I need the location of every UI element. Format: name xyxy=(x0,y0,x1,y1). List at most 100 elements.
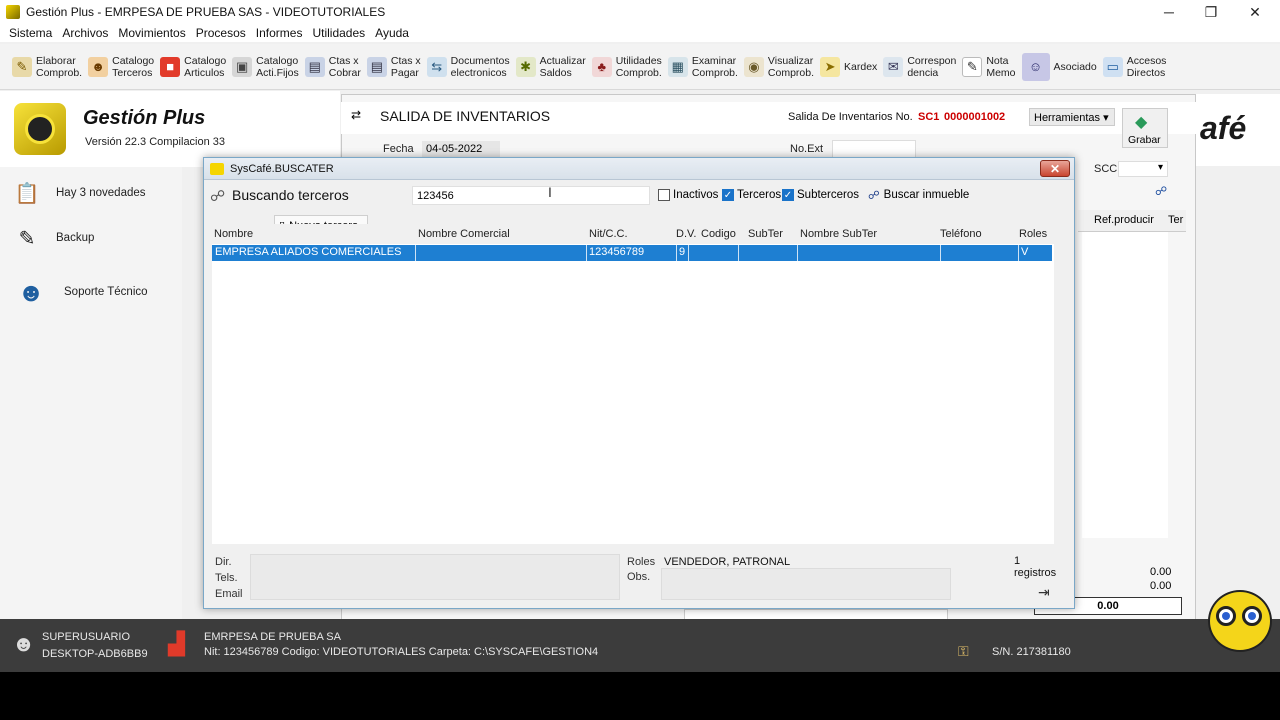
cell-nit: 123456789 xyxy=(589,246,645,258)
key-icon: ⚿ xyxy=(958,643,969,659)
box-icon: ■ xyxy=(160,56,181,77)
binoculars-icon[interactable]: ☍ xyxy=(1155,184,1167,198)
noext-label: No.Ext xyxy=(790,143,824,155)
table-row[interactable]: EMPRESA ALIADOS COMERCIALES 123456789 9 … xyxy=(212,245,1052,261)
toolbar-cobrar-button[interactable]: ▤ Ctas x Cobrar xyxy=(304,48,361,86)
text-cursor-icon: I xyxy=(548,184,552,200)
toolbar-actifijos-button[interactable]: ▣ Catalogo Acti.Fijos xyxy=(232,48,299,86)
toolbar-articulos-button[interactable]: ■ Catalogo Articulos xyxy=(160,48,226,86)
window-title: Gestión Plus - EMRPESA DE PRUEBA SAS - V… xyxy=(26,5,386,19)
save-button[interactable]: ◆ Grabar xyxy=(1122,108,1168,148)
subterceros-checkbox[interactable]: ✓ Subterceros xyxy=(782,189,859,201)
menu-procesos[interactable]: Procesos xyxy=(196,26,246,40)
assets-icon: ▣ xyxy=(232,56,253,77)
cell-dv: 9 xyxy=(679,246,686,258)
noext-field[interactable] xyxy=(832,140,916,158)
menu-informes[interactable]: Informes xyxy=(256,26,303,40)
app-icon xyxy=(6,5,20,19)
status-machine: DESKTOP-ADB6BB9 xyxy=(42,648,148,660)
restore-icon[interactable]: ❐ xyxy=(1188,0,1234,24)
col-nit[interactable]: Nit/C.C. xyxy=(589,228,628,240)
sidebar-item-soporte[interactable]: ☻ Soporte Técnico xyxy=(14,271,148,313)
search-dialog: SysCafé.BUSCATER ✕ ☍ Buscando terceros 1… xyxy=(203,157,1075,609)
check-icon: ✓ xyxy=(722,189,734,201)
sidebar-item-label: Soporte Técnico xyxy=(64,286,148,298)
sidebar-item-novedades[interactable]: 📋 Hay 3 novedades xyxy=(14,179,146,207)
brand-strip: afé xyxy=(1196,94,1280,166)
toolbar-terceros-button[interactable]: ☻ Catalogo Terceros xyxy=(88,48,154,86)
toolbar-asociado-button[interactable]: ☺ Asociado xyxy=(1021,48,1097,86)
mail-icon: ✉ xyxy=(883,56,904,77)
edit-doc-icon: ✎ xyxy=(12,56,32,77)
associate-icon: ☺ xyxy=(1021,52,1050,81)
exit-icon[interactable]: ⇥ xyxy=(1038,584,1050,601)
col-nombre-subter[interactable]: Nombre SubTer xyxy=(800,228,877,240)
menu-utilidades[interactable]: Utilidades xyxy=(312,26,365,40)
document-number-label: Salida De Inventarios No. xyxy=(788,111,913,123)
detail-footer: Dir. Tels. Email Roles VENDEDOR, PATRONA… xyxy=(212,550,1056,604)
doc-grid-body xyxy=(1082,232,1168,538)
toolbar-examinar-button[interactable]: ▦ Examinar Comprob. xyxy=(667,48,738,86)
terceros-checkbox[interactable]: ✓ Terceros xyxy=(722,189,781,201)
total-2: 0.00 xyxy=(1150,580,1172,592)
col-codigo[interactable]: Codigo xyxy=(701,228,736,240)
menu-sistema[interactable]: Sistema xyxy=(9,26,52,40)
gestion-logo-icon xyxy=(14,103,66,155)
toolbar-kardex-button[interactable]: ➤ Kardex xyxy=(820,48,877,86)
results-grid: EMPRESA ALIADOS COMERCIALES 123456789 9 … xyxy=(212,244,1054,544)
check-icon: ✓ xyxy=(782,189,794,201)
sidebar-item-label: Backup xyxy=(56,232,95,244)
toolbar-elaborar-button[interactable]: ✎ Elaborar Comprob. xyxy=(12,48,82,86)
user-icon: ☻ xyxy=(12,631,36,656)
document-header: ⇄ SALIDA DE INVENTARIOS Salida De Invent… xyxy=(341,102,1196,134)
factory-icon: ▟ xyxy=(168,631,185,656)
status-user: SUPERUSUARIO xyxy=(42,631,131,643)
toolbar-pagar-button[interactable]: ▤ Ctas x Pagar xyxy=(366,48,421,86)
col-telefono[interactable]: Teléfono xyxy=(940,228,982,240)
contact-box xyxy=(250,554,620,600)
col-nombre-comercial[interactable]: Nombre Comercial xyxy=(418,228,510,240)
shortcuts-icon: ▭ xyxy=(1102,56,1123,77)
tels-label: Tels. xyxy=(215,572,238,584)
binoculars-icon: ☍ xyxy=(210,188,226,205)
toolbar-visualizar-button[interactable]: ◉ Visualizar Comprob. xyxy=(743,48,814,86)
col-dv[interactable]: D.V. xyxy=(676,228,696,240)
dialog-close-icon[interactable]: ✕ xyxy=(1040,160,1070,177)
edoc-icon: ⇆ xyxy=(426,56,447,77)
fecha-field[interactable]: 04-05-2022 xyxy=(422,141,500,157)
dialog-title-bar: SysCafé.BUSCATER xyxy=(204,158,1074,180)
search-input[interactable]: 123456 xyxy=(412,186,650,205)
fecha-label: Fecha xyxy=(383,143,414,155)
kardex-icon: ➤ xyxy=(820,56,841,77)
status-company: EMRPESA DE PRUEBA SA xyxy=(204,631,341,643)
note-icon: ✎ xyxy=(962,56,983,77)
minimize-icon[interactable]: ─ xyxy=(1146,0,1192,24)
menu-bar: Sistema Archivos Movimientos Procesos In… xyxy=(0,24,1280,42)
menu-archivos[interactable]: Archivos xyxy=(62,26,108,40)
toolbar-nota-button[interactable]: ✎ Nota Memo xyxy=(962,48,1016,86)
toolbar-documentos-button[interactable]: ⇆ Documentos electronicos xyxy=(426,48,510,86)
inactivos-checkbox[interactable]: Inactivos xyxy=(658,189,718,201)
toolbar-utilidades-button[interactable]: ♣ Utilidades Comprob. xyxy=(591,48,662,86)
buscar-inmueble-button[interactable]: ☍ Buscar inmueble xyxy=(864,185,972,205)
obs-label: Obs. xyxy=(627,571,651,583)
toolbar-correspondencia-button[interactable]: ✉ Correspon dencia xyxy=(883,48,956,86)
search-label: Buscando terceros xyxy=(232,187,349,203)
col-nombre[interactable]: Nombre xyxy=(214,228,253,240)
menu-movimientos[interactable]: Movimientos xyxy=(118,26,185,40)
document-icon: ⇄ xyxy=(351,108,362,122)
sidebar: 📋 Hay 3 novedades ✎ Backup ☻ Soporte Téc… xyxy=(0,167,182,619)
save-icon: ◆ xyxy=(1135,114,1148,131)
col-subter[interactable]: SubTer xyxy=(748,228,783,240)
sidebar-item-backup[interactable]: ✎ Backup xyxy=(14,224,95,252)
menu-ayuda[interactable]: Ayuda xyxy=(375,26,409,40)
app-header-panel: Gestión Plus Versión 22.3 Compilacion 33 xyxy=(0,91,340,167)
toolbar-actualizar-button[interactable]: ✱ Actualizar Saldos xyxy=(515,48,586,86)
roles-label: Roles xyxy=(627,556,656,568)
close-icon[interactable]: ✕ xyxy=(1232,0,1278,24)
scc-dropdown[interactable]: ▾ xyxy=(1118,161,1168,177)
toolbar-accesos-button[interactable]: ▭ Accesos Directos xyxy=(1102,48,1166,86)
col-roles[interactable]: Roles xyxy=(1019,228,1047,240)
tools-dropdown[interactable]: Herramientas ▾ xyxy=(1029,108,1115,126)
examine-icon: ▦ xyxy=(667,56,688,77)
